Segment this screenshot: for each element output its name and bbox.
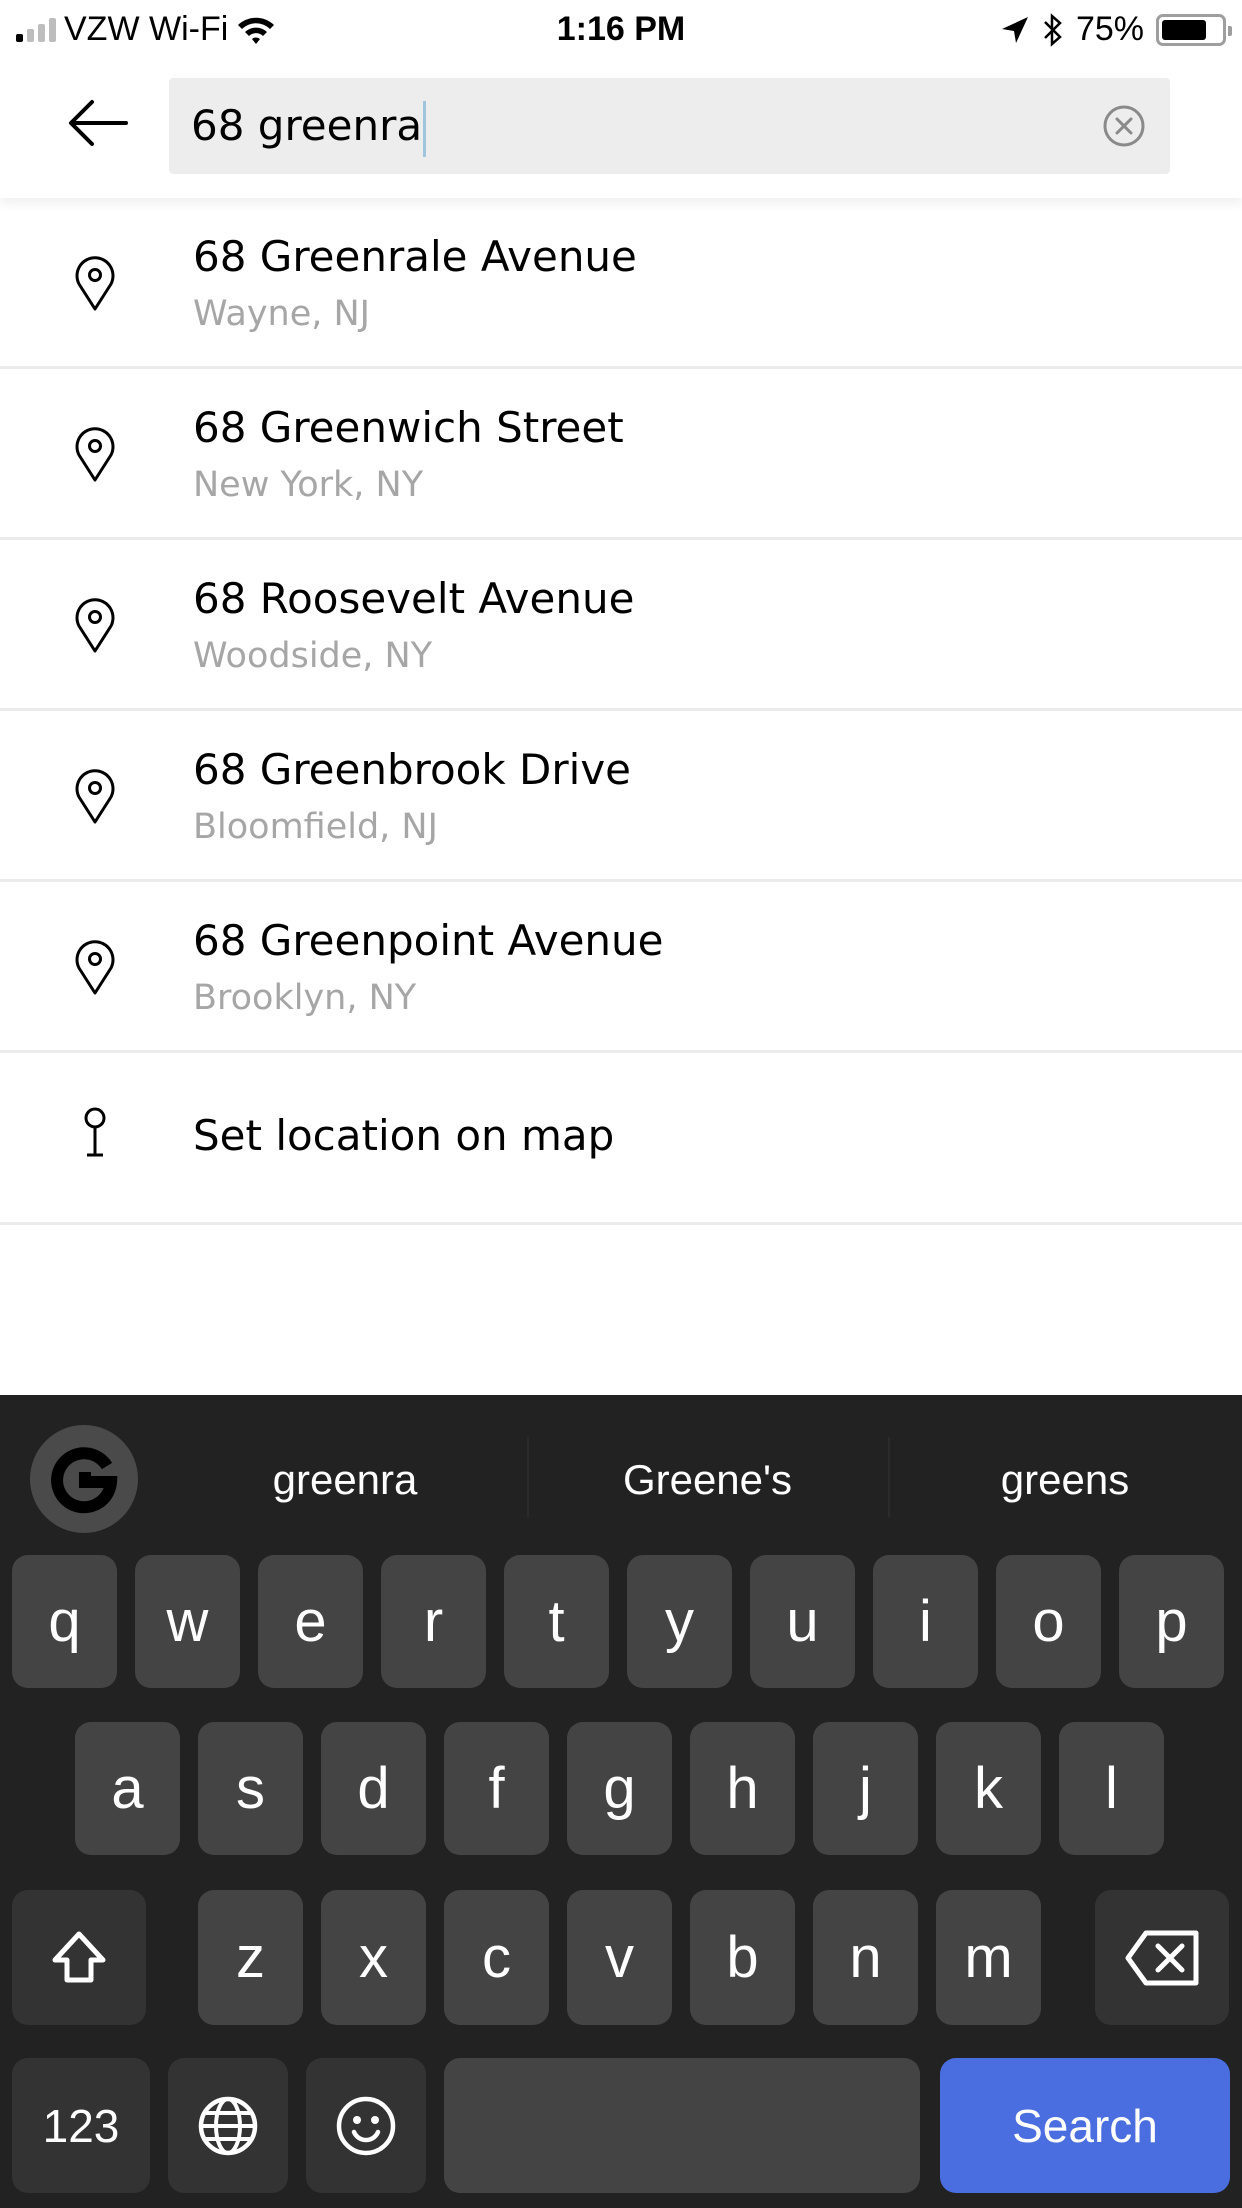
key-o[interactable]: o (996, 1555, 1101, 1688)
numbers-key[interactable]: 123 (12, 2058, 150, 2193)
globe-icon (198, 2096, 258, 2155)
result-title: 68 Greenpoint Avenue (193, 916, 664, 965)
result-subtitle: Wayne, NJ (193, 294, 370, 334)
key-n[interactable]: n (813, 1890, 918, 2025)
map-pin-icon (75, 769, 115, 824)
clear-circle-x-icon[interactable] (1102, 104, 1146, 148)
key-e[interactable]: e (258, 1555, 363, 1688)
backspace-icon (1125, 1930, 1199, 1985)
status-bar: VZW Wi-Fi 1:16 PM 75% (0, 0, 1242, 60)
search-header: 68 greenra (0, 60, 1242, 198)
search-input[interactable]: 68 greenra (191, 78, 427, 174)
result-title: 68 Greenrale Avenue (193, 232, 637, 281)
key-a[interactable]: a (75, 1722, 180, 1855)
search-key[interactable]: Search (940, 2058, 1230, 2193)
key-j[interactable]: j (813, 1722, 918, 1855)
results-list: 68 Greenrale Avenue Wayne, NJ 68 Greenwi… (0, 198, 1242, 1225)
key-l[interactable]: l (1059, 1722, 1164, 1855)
key-d[interactable]: d (321, 1722, 426, 1855)
key-s[interactable]: s (198, 1722, 303, 1855)
emoji-key[interactable] (306, 2058, 426, 2193)
key-c[interactable]: c (444, 1890, 549, 2025)
emoji-icon (336, 2096, 396, 2155)
key-i[interactable]: i (873, 1555, 978, 1688)
result-subtitle: Woodside, NY (193, 636, 433, 676)
suggestion-divider (527, 1437, 529, 1517)
key-b[interactable]: b (690, 1890, 795, 2025)
result-subtitle: Bloomfield, NJ (193, 807, 438, 847)
map-pin-icon (75, 940, 115, 995)
key-q[interactable]: q (12, 1555, 117, 1688)
suggestion-divider (888, 1437, 890, 1517)
key-p[interactable]: p (1119, 1555, 1224, 1688)
google-g-icon (51, 1447, 118, 1514)
result-item[interactable]: 68 Greenbrook Drive Bloomfield, NJ (0, 711, 1242, 882)
status-right: 75% (1000, 10, 1232, 49)
key-v[interactable]: v (567, 1890, 672, 2025)
key-h[interactable]: h (690, 1722, 795, 1855)
result-item[interactable]: 68 Greenwich Street New York, NY (0, 369, 1242, 540)
search-field[interactable]: 68 greenra (169, 78, 1170, 174)
key-w[interactable]: w (135, 1555, 240, 1688)
result-subtitle: New York, NY (193, 465, 424, 505)
search-input-value: 68 greenra (191, 101, 423, 150)
set-location-on-map-item[interactable]: Set location on map (0, 1053, 1242, 1225)
arrow-left-icon[interactable] (66, 98, 130, 148)
shift-icon (52, 1931, 106, 1982)
result-item[interactable]: 68 Greenpoint Avenue Brooklyn, NY (0, 882, 1242, 1053)
text-caret (423, 100, 427, 157)
key-t[interactable]: t (504, 1555, 609, 1688)
pin-on-map-icon (84, 1107, 106, 1157)
backspace-key[interactable] (1095, 1890, 1229, 2025)
bluetooth-icon (1044, 12, 1062, 47)
key-y[interactable]: y (627, 1555, 732, 1688)
key-m[interactable]: m (936, 1890, 1041, 2025)
globe-key[interactable] (168, 2058, 288, 2193)
suggestion-3[interactable]: greens (920, 1435, 1210, 1525)
map-pin-icon (75, 427, 115, 482)
key-z[interactable]: z (198, 1890, 303, 2025)
set-location-label: Set location on map (193, 1111, 615, 1160)
suggestion-2[interactable]: Greene's (560, 1435, 855, 1525)
location-arrow-icon (1001, 16, 1028, 43)
key-g[interactable]: g (567, 1722, 672, 1855)
battery-percent: 75% (1075, 10, 1144, 48)
shift-key[interactable] (12, 1890, 146, 2025)
map-pin-icon (75, 256, 115, 311)
google-button[interactable] (30, 1425, 138, 1533)
key-r[interactable]: r (381, 1555, 486, 1688)
suggestion-1[interactable]: greenra (200, 1435, 490, 1525)
battery-icon (1156, 13, 1232, 46)
result-item[interactable]: 68 Roosevelt Avenue Woodside, NY (0, 540, 1242, 711)
space-key[interactable] (444, 2058, 920, 2193)
result-title: 68 Greenbrook Drive (193, 745, 632, 794)
result-title: 68 Greenwich Street (193, 403, 624, 452)
key-f[interactable]: f (444, 1722, 549, 1855)
result-subtitle: Brooklyn, NY (193, 978, 417, 1018)
key-u[interactable]: u (750, 1555, 855, 1688)
key-k[interactable]: k (936, 1722, 1041, 1855)
result-title: 68 Roosevelt Avenue (193, 574, 635, 623)
map-pin-icon (75, 598, 115, 653)
result-item[interactable]: 68 Greenrale Avenue Wayne, NJ (0, 198, 1242, 369)
keyboard: greenra Greene's greens qwertyuiop asdfg… (0, 1395, 1242, 2208)
key-x[interactable]: x (321, 1890, 426, 2025)
